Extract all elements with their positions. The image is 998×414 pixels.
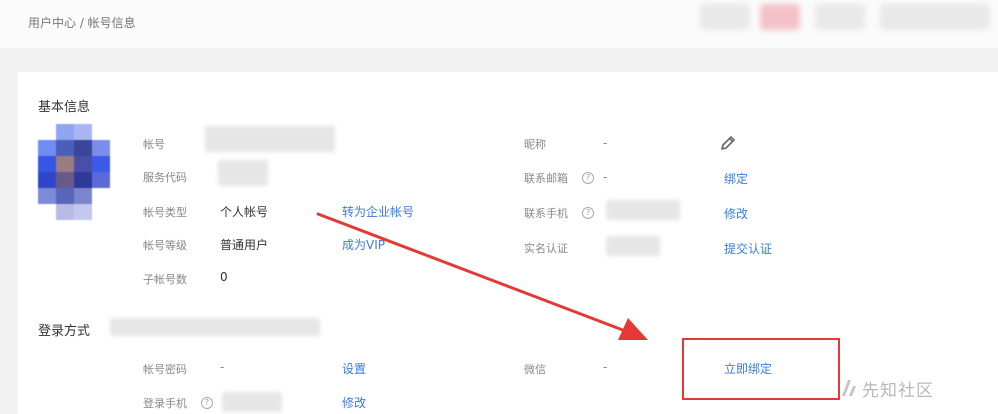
watermark: 先知社区 [862,381,934,401]
bind-email-link[interactable]: 绑定 [724,170,748,187]
sub-accounts-value: 0 [220,270,228,284]
submit-verification-link[interactable]: 提交认证 [724,240,772,257]
set-password-link[interactable]: 设置 [342,360,366,377]
toolbar-blur [700,4,750,30]
login-methods-title: 登录方式 [38,324,91,339]
login-phone-blurred [222,392,282,412]
highlight-box [682,338,840,400]
become-vip-link[interactable]: 成为VIP [342,236,385,253]
email-value: - [603,170,608,184]
help-icon[interactable]: ? [582,172,594,184]
realname-status-blurred [606,236,660,256]
login-title-blurred [110,318,320,336]
nickname-value: - [603,136,608,150]
account-type-value: 个人帐号 [220,205,269,219]
phone-value-blurred [606,200,680,220]
watermark-logo-icon [842,380,856,396]
realname-label: 实名认证 [524,242,568,255]
help-icon[interactable]: ? [582,207,594,219]
toolbar-blur [815,4,865,30]
toolbar-blur [880,4,990,30]
service-code-label: 服务代码 [143,171,187,184]
account-value-blurred [205,126,335,152]
breadcrumb[interactable]: 用户中心 / 帐号信息 [28,14,136,31]
toolbar-blur [760,4,800,30]
wechat-value: - [603,360,608,374]
modify-phone-link[interactable]: 修改 [724,205,748,222]
sub-accounts-label: 子帐号数 [143,273,187,286]
password-label: 帐号密码 [143,363,187,376]
account-level-label: 帐号等级 [143,239,187,252]
service-code-blurred [218,160,268,186]
help-icon[interactable]: ? [201,397,213,409]
edit-pencil-icon[interactable] [718,133,738,153]
wechat-label: 微信 [524,363,546,376]
basic-info-title: 基本信息 [38,100,91,115]
password-value: - [220,360,225,374]
account-label: 帐号 [143,138,165,151]
modify-login-phone-link[interactable]: 修改 [342,394,366,411]
nickname-label: 昵称 [524,138,546,151]
top-bar: 用户中心 / 帐号信息 [0,0,998,48]
account-type-label: 帐号类型 [143,206,187,219]
avatar [38,124,126,222]
convert-enterprise-link[interactable]: 转为企业帐号 [342,203,414,220]
login-phone-label: 登录手机 [143,397,187,410]
email-label: 联系邮箱 [524,172,568,185]
account-level-value: 普通用户 [220,238,269,252]
phone-label: 联系手机 [524,207,568,220]
